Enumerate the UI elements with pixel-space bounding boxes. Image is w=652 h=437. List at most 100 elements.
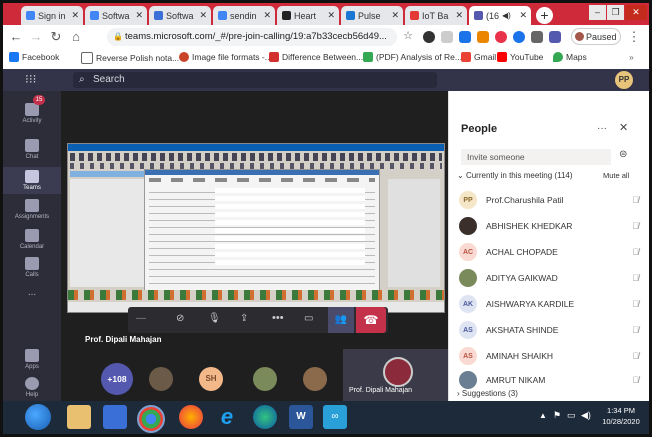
- bookmark-item[interactable]: Gmail: [461, 52, 496, 62]
- bookmark-item[interactable]: Reverse Polish nota...: [81, 52, 179, 64]
- browser-tab-bar: Sign in ✕ Softwa ✕ Softwa ✕ sendin ✕ Heart ✕ …: [3, 3, 649, 25]
- chat-icon[interactable]: ▭: [304, 313, 313, 324]
- participant-row[interactable]: ABHISHEK KHEDKAR 🎙̸: [459, 215, 645, 237]
- participant-row[interactable]: AS AMINAH SHAIKH 🎙̸: [459, 345, 645, 367]
- new-tab-button[interactable]: +: [536, 7, 553, 24]
- bookmark-item[interactable]: Facebook: [9, 52, 59, 62]
- close-tab-icon[interactable]: ✕: [199, 10, 207, 21]
- address-bar[interactable]: 🔒 teams.microsoft.com/_#/pre-join-callin…: [107, 28, 397, 46]
- back-icon[interactable]: ←: [9, 29, 23, 44]
- media-player-icon[interactable]: [103, 405, 127, 429]
- participant-row[interactable]: AMRUT NIKAM 🎙̸: [459, 369, 645, 391]
- network-icon[interactable]: ▭: [567, 410, 576, 421]
- bookmark-star-icon[interactable]: ☆: [401, 29, 415, 42]
- invite-input[interactable]: Invite someone: [461, 149, 611, 165]
- flag-icon[interactable]: ⚑: [553, 410, 561, 421]
- extension-icon[interactable]: [513, 31, 525, 43]
- start-button[interactable]: [25, 404, 51, 430]
- participant-row[interactable]: AS AKSHATA SHINDE 🎙̸: [459, 319, 645, 341]
- hang-up-button[interactable]: ☎: [356, 307, 386, 333]
- rail-item-help[interactable]: Help: [3, 377, 61, 398]
- browser-tab-active[interactable]: (16 ◀) ✕: [469, 6, 531, 25]
- participant-avatar: [459, 217, 477, 235]
- camera-off-icon[interactable]: ⊘: [176, 313, 184, 324]
- tray-up-arrow-icon[interactable]: ▲: [539, 411, 547, 420]
- browser-tab[interactable]: Heart ✕: [277, 6, 339, 25]
- meeting-section-header[interactable]: ⌄ Currently in this meeting (114): [457, 171, 573, 180]
- close-tab-icon[interactable]: ✕: [455, 10, 463, 21]
- rail-item-teams[interactable]: Teams: [3, 167, 61, 194]
- dialog-fields: [215, 188, 365, 268]
- maps-icon: [553, 52, 563, 62]
- extension-icon[interactable]: [477, 31, 489, 43]
- close-tab-icon[interactable]: ✕: [391, 10, 399, 21]
- edge-icon[interactable]: [253, 405, 277, 429]
- participant-row[interactable]: AK AISHWARYA KARDILE 🎙̸: [459, 293, 645, 315]
- file-explorer-icon[interactable]: [67, 405, 91, 429]
- close-tab-icon[interactable]: ✕: [263, 10, 271, 21]
- extension-icon[interactable]: [459, 31, 471, 43]
- internet-explorer-icon[interactable]: e: [215, 405, 239, 429]
- volume-icon[interactable]: ◀): [581, 410, 591, 421]
- browser-tab[interactable]: sendin ✕: [213, 6, 275, 25]
- minimize-icon[interactable]: –: [589, 5, 606, 20]
- participant-row[interactable]: PP Prof.Charushila Patil 🎙̸: [459, 189, 645, 211]
- more-bookmarks-icon[interactable]: »: [629, 52, 634, 62]
- participants-icon[interactable]: 👥: [328, 307, 354, 333]
- suggestions-section-header[interactable]: › Suggestions (3): [457, 389, 518, 398]
- maximize-icon[interactable]: ❐: [607, 5, 624, 20]
- close-tab-icon[interactable]: ✕: [519, 10, 527, 21]
- extension-icon[interactable]: [549, 31, 561, 43]
- menu-kebab-icon[interactable]: ⋮: [627, 29, 641, 45]
- extension-icon[interactable]: [531, 31, 543, 43]
- chrome-icon[interactable]: [137, 405, 165, 433]
- profile-paused-button[interactable]: Paused: [571, 28, 621, 45]
- more-options-icon[interactable]: ···: [597, 123, 607, 134]
- browser-tab[interactable]: Softwa ✕: [149, 6, 211, 25]
- shared-window-titlebar: [68, 144, 444, 151]
- close-window-icon[interactable]: ✕: [625, 5, 647, 20]
- rail-item-chat[interactable]: Chat: [3, 139, 61, 160]
- firefox-icon[interactable]: [179, 405, 203, 429]
- app-launcher-icon[interactable]: ⁝⁝⁝: [25, 72, 39, 86]
- share-screen-icon[interactable]: ⇪: [240, 313, 248, 324]
- forward-icon[interactable]: →: [29, 29, 43, 44]
- rail-item-calls[interactable]: Calls: [3, 257, 61, 278]
- bookmark-item[interactable]: Image file formats -...: [179, 52, 272, 62]
- close-tab-icon[interactable]: ✕: [135, 10, 143, 21]
- share-link-icon[interactable]: ⊜: [619, 149, 627, 160]
- bookmark-item[interactable]: Maps: [553, 52, 587, 62]
- extension-icon[interactable]: [423, 31, 435, 43]
- mic-muted-icon: 🎙̸: [632, 325, 639, 335]
- extension-icon[interactable]: [441, 31, 453, 43]
- mic-off-icon[interactable]: 🎙: [208, 313, 221, 324]
- participant-row[interactable]: AC ACHAL CHOPADE 🎙̸: [459, 241, 645, 263]
- bookmark-item[interactable]: YouTube: [497, 52, 543, 62]
- mute-all-button[interactable]: Mute all: [603, 171, 629, 180]
- participant-row[interactable]: ADITYA GAIKWAD 🎙̸: [459, 267, 645, 289]
- more-participants-badge[interactable]: +108: [101, 363, 133, 395]
- home-icon[interactable]: ⌂: [69, 29, 83, 44]
- user-avatar[interactable]: PP: [615, 71, 633, 89]
- bookmark-item[interactable]: Difference Between...: [269, 52, 363, 62]
- search-input[interactable]: ⌕ Search: [73, 72, 437, 88]
- close-panel-icon[interactable]: ✕: [619, 121, 628, 134]
- close-tab-icon[interactable]: ✕: [71, 10, 79, 21]
- word-icon[interactable]: W: [289, 405, 313, 429]
- system-clock[interactable]: 1:34 PM 10/28/2020: [599, 405, 643, 427]
- rail-more-button[interactable]: ...: [3, 287, 61, 298]
- app-icon[interactable]: ∞: [323, 405, 347, 429]
- browser-tab[interactable]: Sign in ✕: [21, 6, 83, 25]
- browser-tab[interactable]: Pulse ✕: [341, 6, 403, 25]
- rail-item-activity[interactable]: 15 Activity: [3, 95, 61, 124]
- rail-item-assignments[interactable]: Assignments: [3, 199, 61, 220]
- reload-icon[interactable]: ↻: [49, 29, 63, 45]
- browser-tab[interactable]: Softwa ✕: [85, 6, 147, 25]
- browser-tab[interactable]: IoT Ba ✕: [405, 6, 467, 25]
- bookmark-item[interactable]: (PDF) Analysis of Re...: [363, 52, 462, 62]
- extension-icon[interactable]: [495, 31, 507, 43]
- rail-item-apps[interactable]: Apps: [3, 349, 61, 370]
- close-tab-icon[interactable]: ✕: [327, 10, 335, 21]
- more-actions-icon[interactable]: •••: [272, 312, 284, 324]
- rail-item-calendar[interactable]: Calendar: [3, 229, 61, 250]
